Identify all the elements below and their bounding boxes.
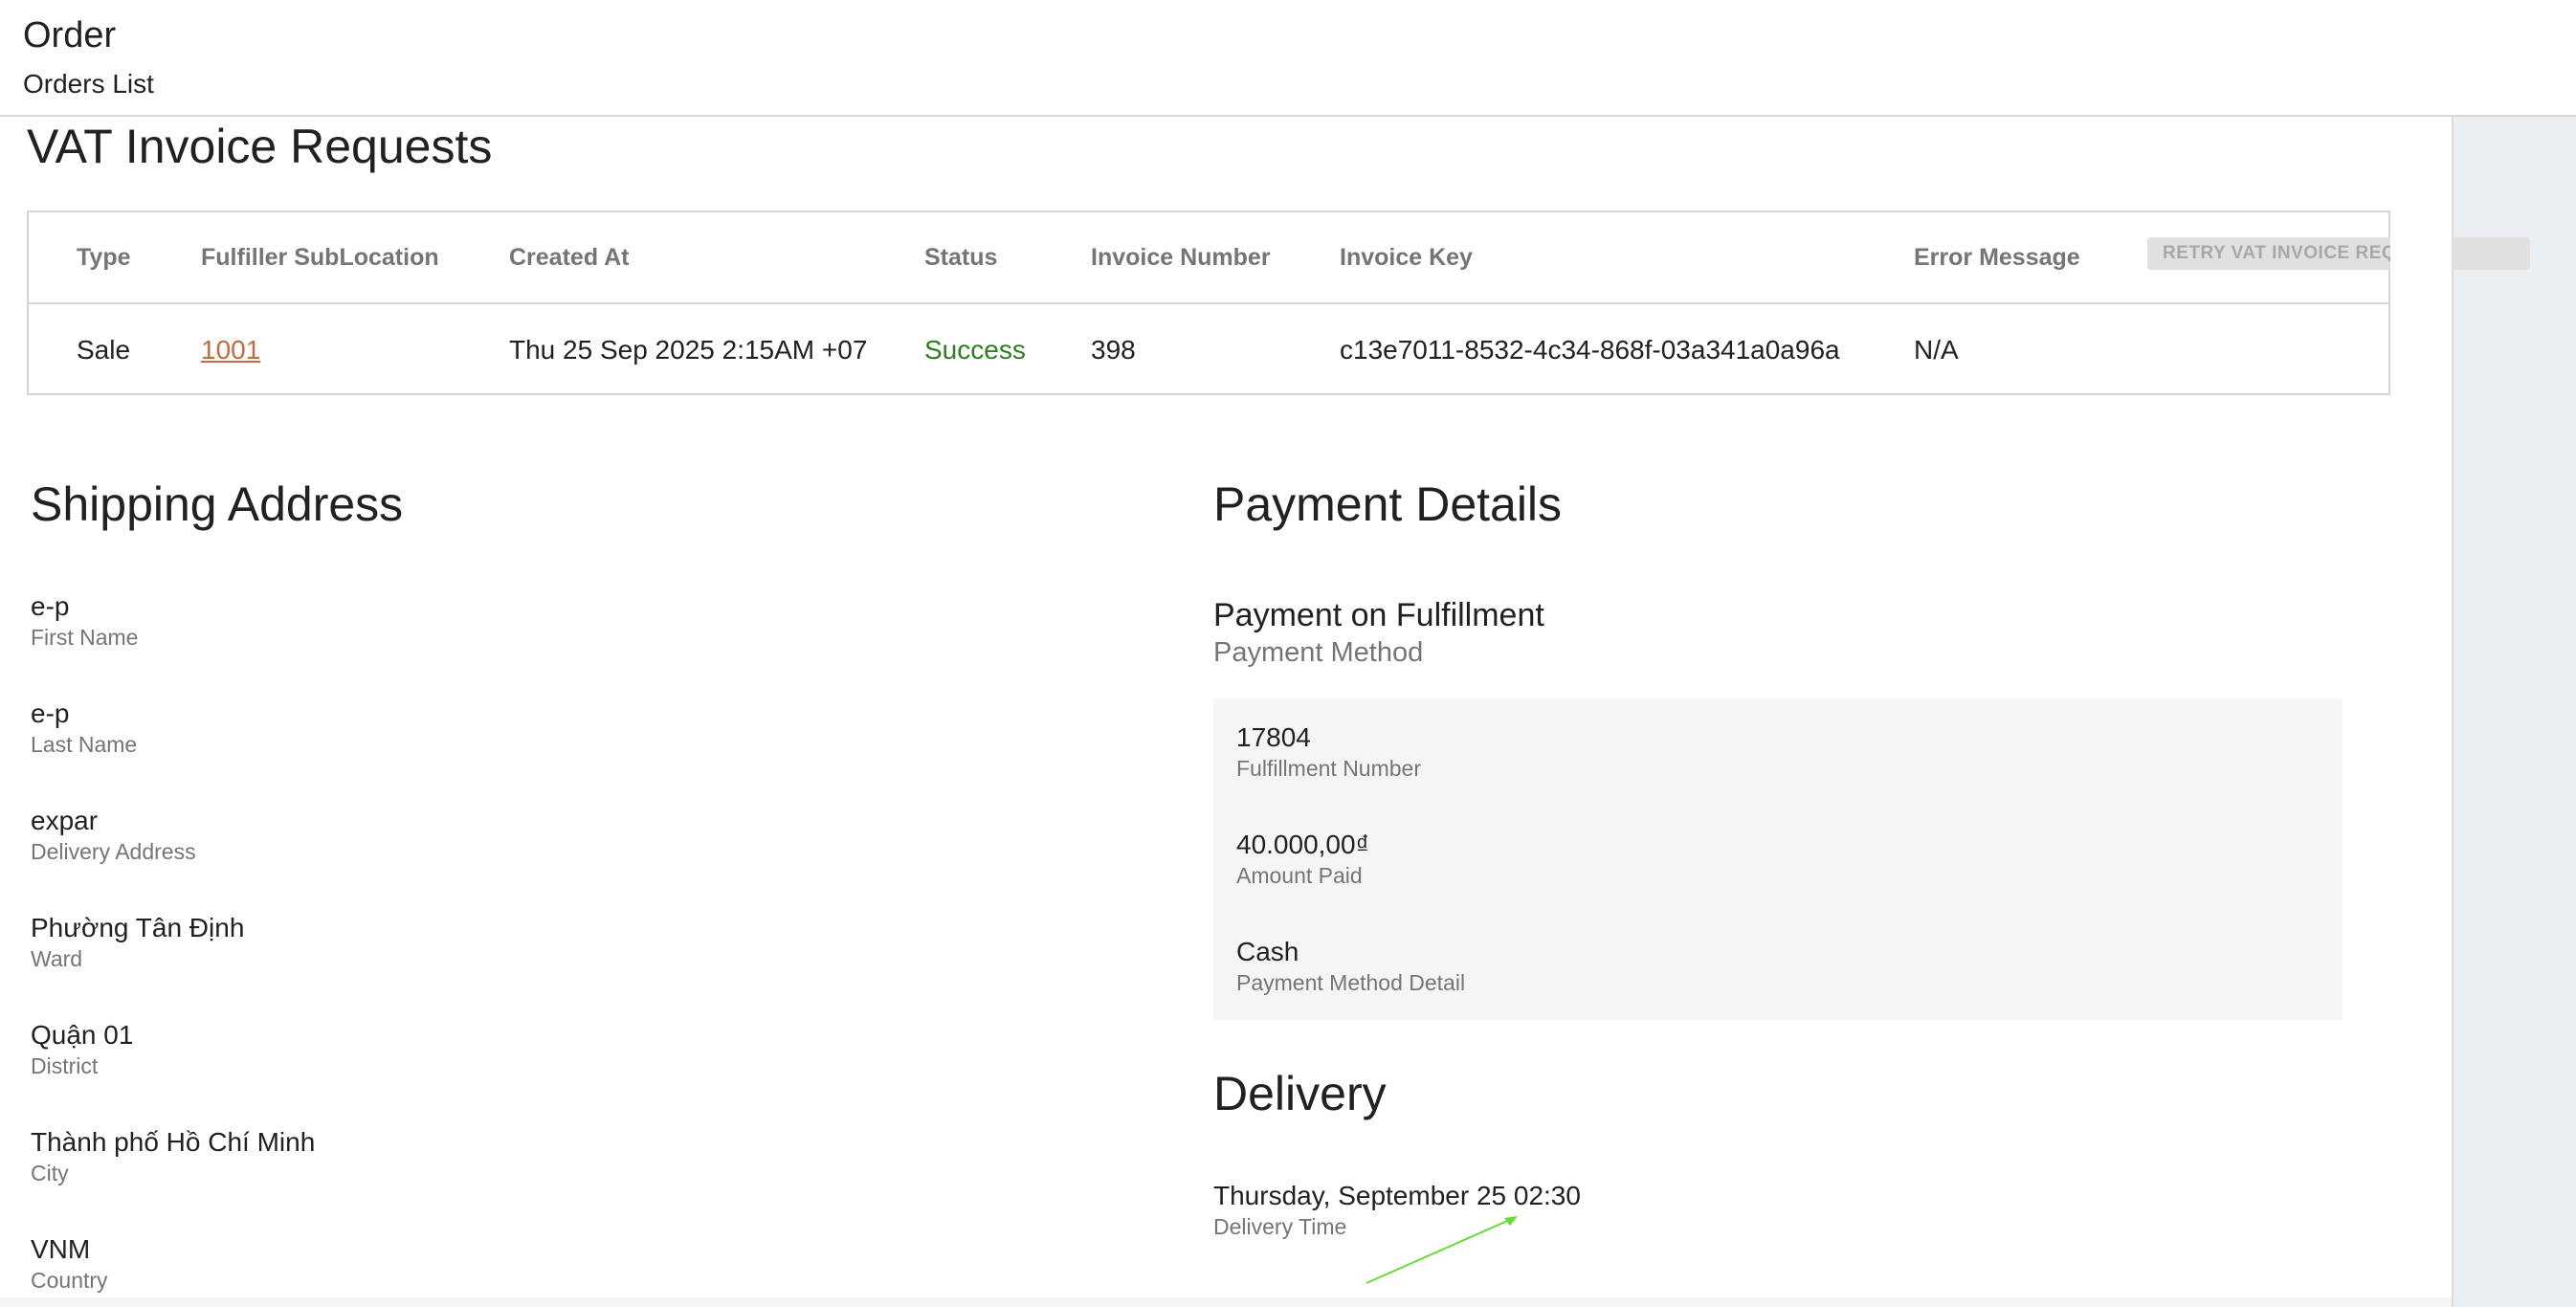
city-label: City [31,1161,69,1185]
field-payment-method-detail: Cash Payment Method Detail [1236,936,1465,997]
amount-paid-label: Amount Paid [1236,863,1363,888]
col-type: Type [77,244,131,271]
delivery-address-value: expar [31,806,99,835]
table-header: Type Fulfiller SubLocation Created At St… [29,212,2388,304]
field-ward: Phường Tân Định Ward [31,912,244,973]
shipping-section-title: Shipping Address [31,477,404,531]
country-value: VNM [31,1234,91,1264]
first-name-value: e-p [31,591,70,621]
fulfillment-number-label: Fulfillment Number [1236,756,1421,781]
cell-invoice-number: 398 [1091,335,1136,365]
vat-invoice-table: Type Fulfiller SubLocation Created At St… [27,210,2390,395]
col-error-message: Error Message [1914,244,2080,271]
ward-label: Ward [31,946,83,971]
delivery-address-label: Delivery Address [31,839,196,864]
right-side-panel [2452,117,2576,1307]
cell-type: Sale [77,335,131,365]
field-amount-paid: 40.000,00₫ Amount Paid [1236,829,1369,890]
amount-paid-value: 40.000,00₫ [1236,830,1369,859]
fulfillment-number-value: 17804 [1236,722,1311,752]
field-city: Thành phố Hồ Chí Minh City [31,1126,315,1187]
field-delivery-address: expar Delivery Address [31,805,196,866]
col-fulfiller-sublocation: Fulfiller SubLocation [201,244,439,271]
field-payment-method: Payment on Fulfillment Payment Method [1213,596,1544,671]
retry-vat-invoice-button[interactable]: RETRY VAT INVOICE REQU [2147,237,2530,270]
col-invoice-number: Invoice Number [1091,244,1271,271]
field-country: VNM Country [31,1233,108,1295]
ward-value: Phường Tân Định [31,913,245,942]
table-row: Sale 1001 Thu 25 Sep 2025 2:15AM +07 Suc… [29,304,2388,393]
payment-method-label: Payment Method [1213,637,1424,668]
payment-method-detail-label: Payment Method Detail [1236,970,1466,995]
breadcrumb-orders-list[interactable]: Orders List [23,69,154,100]
cell-invoice-key: c13e7011-8532-4c34-868f-03a341a0a96a [1340,335,1840,365]
delivery-section-title: Delivery [1213,1067,1387,1120]
delivery-time-value: Thursday, September 25 02:30 [1213,1181,1581,1210]
page-title: Order [23,15,117,55]
field-district: Quận 01 District [31,1019,133,1080]
payment-method-value: Payment on Fulfillment [1213,597,1544,633]
arrow-icon [1366,1216,1518,1284]
field-first-name: e-p First Name [31,590,138,652]
cell-sublocation-link[interactable]: 1001 [201,304,260,393]
col-status: Status [924,244,998,271]
col-created-at: Created At [509,244,630,271]
country-label: Country [31,1268,108,1293]
bottom-edge [0,1297,2452,1307]
district-value: Quận 01 [31,1020,134,1050]
col-invoice-key: Invoice Key [1340,244,1473,271]
vat-section-title: VAT Invoice Requests [27,120,493,173]
last-name-label: Last Name [31,732,138,757]
cell-created-at: Thu 25 Sep 2025 2:15AM +07 [509,335,868,365]
city-value: Thành phố Hồ Chí Minh [31,1127,316,1157]
payment-section-title: Payment Details [1213,477,1563,531]
first-name-label: First Name [31,625,139,650]
field-last-name: e-p Last Name [31,698,137,759]
last-name-value: e-p [31,698,70,728]
table-overflow-mask [2390,206,2452,402]
app-header: Order Orders List [0,0,2576,117]
payment-method-detail-value: Cash [1236,937,1299,966]
field-fulfillment-number: 17804 Fulfillment Number [1236,721,1421,783]
payment-detail-box: 17804 Fulfillment Number 40.000,00₫ Amou… [1213,698,2343,1020]
cell-status: Success [924,335,1026,365]
district-label: District [31,1053,99,1078]
cell-error-message: N/A [1914,335,1959,365]
